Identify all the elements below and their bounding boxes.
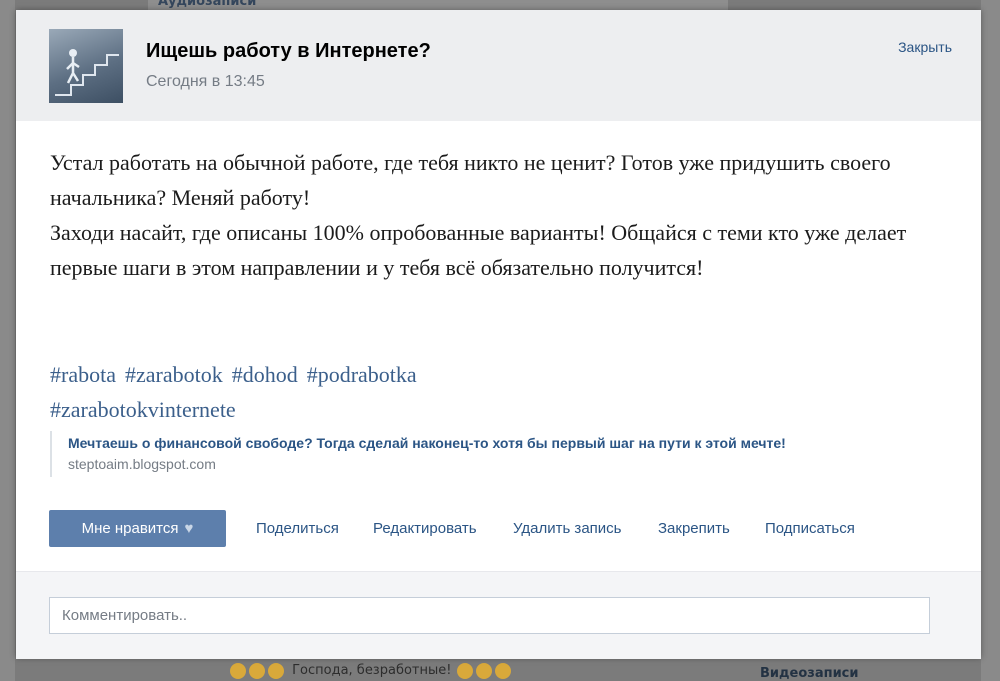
group-avatar[interactable] xyxy=(49,29,123,103)
share-link[interactable]: Поделиться xyxy=(256,510,339,547)
pin-link[interactable]: Закрепить xyxy=(658,510,730,547)
like-button[interactable]: Мне нравится ♥ xyxy=(49,510,226,547)
background-post-text: Господа, безработные! xyxy=(292,663,452,678)
hashtag-link[interactable]: #zarabotok xyxy=(125,362,223,387)
emoji-icon xyxy=(475,662,492,679)
hashtag-list: #rabota #zarabotok #dohod #podrabotka #zarab… xyxy=(50,357,950,427)
emoji-icon xyxy=(249,662,265,679)
post-header: Ищешь работу в Интернете? Сегодня в 13:4… xyxy=(16,10,981,121)
link-title[interactable]: Мечтаешь о финансовой свободе? Тогда сде… xyxy=(68,433,786,453)
hashtag-link[interactable]: #dohod xyxy=(232,362,298,387)
background-header: Аудиозаписи xyxy=(148,0,728,10)
post-paragraph: Заходи насайт, где описаны 100% опробова… xyxy=(50,220,907,280)
post-text: Устал работать на обычной работе, где те… xyxy=(50,145,950,285)
background-post-line: Господа, безработные! xyxy=(230,660,610,681)
like-label: Мне нравится xyxy=(81,520,179,537)
link-url[interactable]: steptoaim.blogspot.com xyxy=(68,453,786,475)
emoji-icon xyxy=(494,662,511,679)
hashtag-link[interactable]: #rabota xyxy=(50,362,116,387)
post-modal: Ищешь работу в Интернете? Сегодня в 13:4… xyxy=(16,10,981,659)
subscribe-link[interactable]: Подписаться xyxy=(765,510,855,547)
post-time[interactable]: Сегодня в 13:45 xyxy=(146,73,265,91)
edit-link[interactable]: Редактировать xyxy=(373,510,477,547)
delete-post-link[interactable]: Удалить запись xyxy=(513,510,621,547)
emoji-icon xyxy=(456,662,473,679)
background-video-title: Видеозаписи xyxy=(760,666,859,681)
background-left-column xyxy=(0,0,15,681)
hashtag-link[interactable]: #zarabotokvinternete xyxy=(50,397,236,422)
comment-area: Комментировать.. xyxy=(16,571,981,659)
post-paragraph: Устал работать на обычной работе, где те… xyxy=(50,150,891,210)
link-snippet[interactable]: Мечтаешь о финансовой свободе? Тогда сде… xyxy=(50,431,786,477)
stairs-icon xyxy=(55,49,119,96)
emoji-icon xyxy=(230,662,246,679)
comment-input[interactable]: Комментировать.. xyxy=(49,597,930,634)
close-button[interactable]: Закрыть xyxy=(898,39,952,55)
emoji-icon xyxy=(268,662,284,679)
heart-icon: ♥ xyxy=(184,520,194,537)
background-audio-title: Аудиозаписи xyxy=(158,0,257,9)
hashtag-link[interactable]: #podrabotka xyxy=(307,362,417,387)
background-right-column xyxy=(981,0,1000,681)
post-title: Ищешь работу в Интернете? xyxy=(146,40,431,62)
